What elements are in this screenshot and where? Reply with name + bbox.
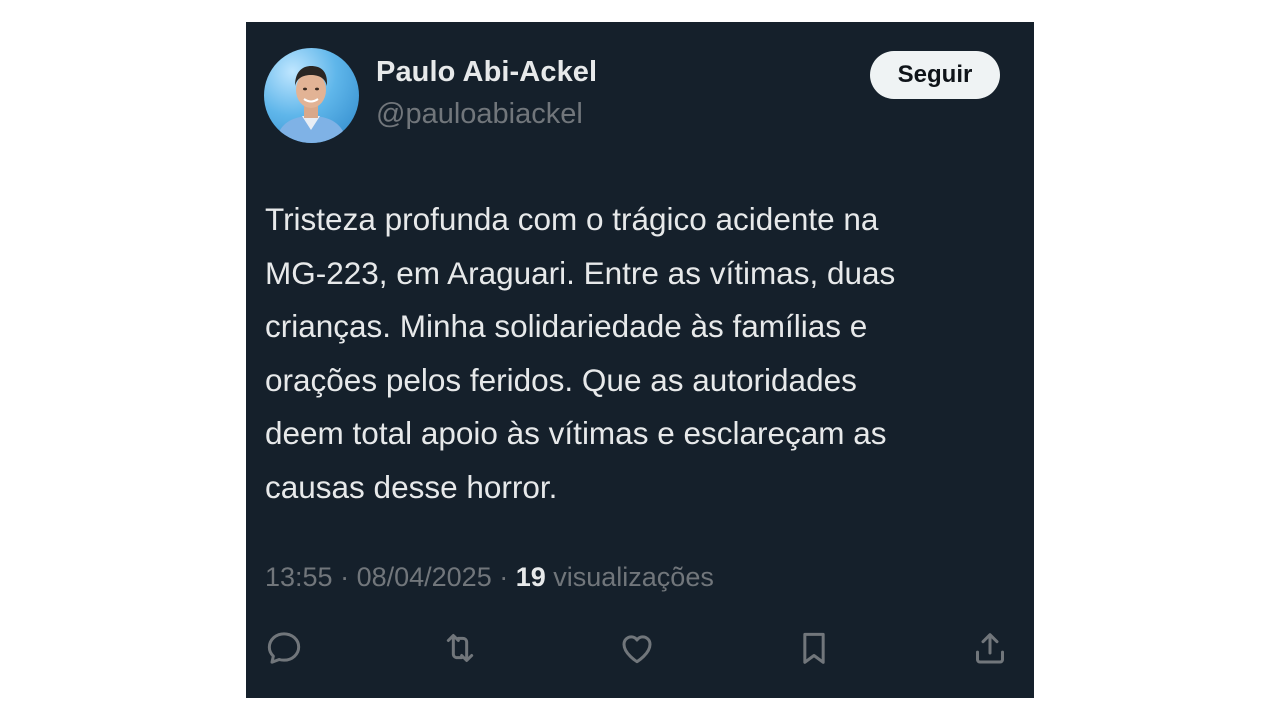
share-icon <box>976 633 1004 664</box>
meta-separator: · <box>491 562 516 592</box>
tweet-card: Paulo Abi-Ackel @pauloabiackel Seguir Tr… <box>246 22 1034 698</box>
reply-icon <box>267 632 301 664</box>
follow-button[interactable]: Seguir <box>870 51 1000 99</box>
retweet-icon <box>446 634 474 662</box>
reply-button[interactable] <box>262 626 306 670</box>
views-label: visualizações <box>545 562 714 592</box>
tweet-meta: 13:55 · 08/04/2025 · 19 visualizações <box>265 562 714 593</box>
tweet-text: Tristeza profunda com o trágico acidente… <box>265 201 896 505</box>
bookmark-button[interactable] <box>792 626 836 670</box>
tweet-time[interactable]: 13:55 <box>265 562 333 592</box>
like-button[interactable] <box>615 626 659 670</box>
avatar-image <box>276 66 347 143</box>
author-display-name[interactable]: Paulo Abi-Ackel <box>376 56 597 89</box>
meta-separator: · <box>332 562 357 592</box>
views-count: 19 <box>515 562 546 592</box>
action-bar <box>246 626 1034 676</box>
retweet-button[interactable] <box>438 626 482 670</box>
author-handle[interactable]: @pauloabiackel <box>376 98 583 131</box>
heart-icon <box>622 635 652 664</box>
bookmark-icon <box>803 632 825 664</box>
tweet-date[interactable]: 08/04/2025 <box>357 562 492 592</box>
avatar[interactable] <box>264 48 359 143</box>
share-button[interactable] <box>968 626 1012 670</box>
